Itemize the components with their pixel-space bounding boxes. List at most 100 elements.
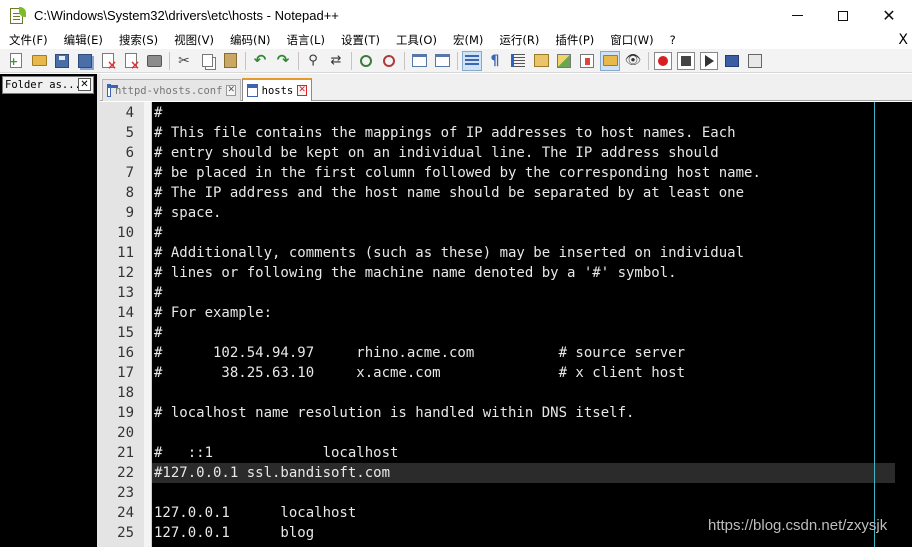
menu-language[interactable]: 语言(L) xyxy=(277,32,331,48)
editor-line[interactable]: 13 # xyxy=(100,283,912,303)
monitoring-button[interactable]: 👁 xyxy=(623,51,643,71)
editor-line[interactable]: 21 # ::1 localhost xyxy=(100,443,912,463)
indent-guide-button[interactable] xyxy=(508,51,528,71)
menu-help[interactable]: ? xyxy=(660,33,682,47)
line-text[interactable]: # localhost name resolution is handled w… xyxy=(152,403,895,423)
close-button[interactable]: ✕ xyxy=(866,0,912,31)
line-text[interactable]: #127.0.0.1 ssl.bandisoft.com xyxy=(152,463,895,483)
editor-line[interactable]: 6 # entry should be kept on an individual… xyxy=(100,143,912,163)
editor-line[interactable]: 12 # lines or following the machine name … xyxy=(100,263,912,283)
menu-edit[interactable]: 编辑(E) xyxy=(54,32,109,48)
minimize-button[interactable] xyxy=(774,0,820,31)
editor-line[interactable]: 17 # 38.25.63.10 x.acme.com # x client ho… xyxy=(100,363,912,383)
line-text[interactable]: # Additionally, comments (such as these)… xyxy=(152,243,895,263)
tab-close-icon[interactable]: ✕ xyxy=(226,85,236,96)
paste-button[interactable] xyxy=(220,51,240,71)
folder-as-workspace-button[interactable] xyxy=(600,50,620,71)
editor-line[interactable]: 8 # The IP address and the host name shou… xyxy=(100,183,912,203)
function-list-button[interactable] xyxy=(577,51,597,71)
line-text[interactable]: # This file contains the mappings of IP … xyxy=(152,123,895,143)
save-button[interactable] xyxy=(52,51,72,71)
tab-close-icon[interactable]: ✕ xyxy=(297,85,307,96)
editor-line[interactable]: 5 # This file contains the mappings of IP… xyxy=(100,123,912,143)
word-wrap-button[interactable] xyxy=(462,50,482,71)
close-file-button[interactable] xyxy=(98,51,118,72)
menu-tools[interactable]: 工具(O) xyxy=(386,32,443,48)
tab-hosts[interactable]: hosts ✕ xyxy=(242,78,312,101)
undo-button[interactable]: ↶ xyxy=(250,51,270,71)
line-text[interactable]: # 38.25.63.10 x.acme.com # x client host xyxy=(152,363,895,383)
stop-macro-button[interactable] xyxy=(676,51,696,71)
replace-button[interactable]: ⇄ xyxy=(326,51,346,71)
line-text[interactable]: # xyxy=(152,323,895,343)
new-file-button[interactable] xyxy=(6,51,26,71)
line-text[interactable]: # For example: xyxy=(152,303,895,323)
editor-line[interactable]: 22 #127.0.0.1 ssl.bandisoft.com xyxy=(100,463,912,483)
folder-panel-tab[interactable]: Folder as... ✕ xyxy=(2,76,94,94)
save-all-button[interactable] xyxy=(75,51,95,71)
play-macro-button[interactable] xyxy=(699,51,719,71)
line-text[interactable]: # xyxy=(152,223,895,243)
line-number: 18 xyxy=(117,385,134,401)
open-file-button[interactable] xyxy=(29,51,49,71)
editor-line[interactable]: 10 # xyxy=(100,223,912,243)
menu-plugins[interactable]: 插件(P) xyxy=(545,32,600,48)
run-macro-multiple-button[interactable] xyxy=(722,51,742,71)
editor-line[interactable]: 9 # space. xyxy=(100,203,912,223)
menu-macro[interactable]: 宏(M) xyxy=(443,32,489,48)
cut-button[interactable]: ✂ xyxy=(174,51,194,71)
text-editor[interactable]: 4 #5 # This file contains the mappings of … xyxy=(100,102,912,547)
editor-line[interactable]: 15 # xyxy=(100,323,912,343)
editor-line[interactable]: 16 # 102.54.94.97 rhino.acme.com # source… xyxy=(100,343,912,363)
menu-view[interactable]: 视图(V) xyxy=(164,32,220,48)
find-button[interactable]: ⚲ xyxy=(303,51,323,71)
line-text[interactable]: # The IP address and the host name shoul… xyxy=(152,183,895,203)
document-tab-bar: httpd-vhosts.conf ✕ hosts ✕ xyxy=(100,74,912,101)
line-text[interactable] xyxy=(152,383,895,403)
line-text[interactable]: # ::1 localhost xyxy=(152,443,895,463)
menu-search[interactable]: 搜索(S) xyxy=(109,32,164,48)
folder-panel-close-icon[interactable]: ✕ xyxy=(78,78,91,91)
line-text[interactable]: # xyxy=(152,103,895,123)
print-button[interactable] xyxy=(144,51,164,71)
user-language-button[interactable] xyxy=(531,51,551,71)
line-text[interactable] xyxy=(152,423,895,443)
menu-window[interactable]: 窗口(W) xyxy=(600,32,659,48)
paste-icon xyxy=(223,53,237,68)
line-text[interactable]: # xyxy=(152,283,895,303)
editor-line[interactable]: 14 # For example: xyxy=(100,303,912,323)
menu-encoding[interactable]: 编码(N) xyxy=(220,32,277,48)
save-macro-button[interactable] xyxy=(745,51,765,71)
line-number: 21 xyxy=(117,445,134,461)
editor-line[interactable]: 18 xyxy=(100,383,912,403)
zoom-out-button[interactable] xyxy=(379,51,399,71)
close-all-button[interactable] xyxy=(121,51,141,72)
editor-line[interactable]: 23 xyxy=(100,483,912,503)
tab-httpd-vhosts[interactable]: httpd-vhosts.conf ✕ xyxy=(102,79,241,101)
sync-horizontal-button[interactable] xyxy=(432,51,452,71)
menu-settings[interactable]: 设置(T) xyxy=(331,32,386,48)
line-text[interactable]: # be placed in the first column followed… xyxy=(152,163,895,183)
record-macro-button[interactable] xyxy=(653,51,673,71)
line-text[interactable]: # space. xyxy=(152,203,895,223)
new-file-icon xyxy=(9,53,22,68)
editor-line[interactable]: 11 # Additionally, comments (such as thes… xyxy=(100,243,912,263)
zoom-in-button[interactable] xyxy=(356,51,376,71)
line-text[interactable]: # lines or following the machine name de… xyxy=(152,263,895,283)
sync-vertical-button[interactable] xyxy=(409,51,429,71)
menu-run[interactable]: 运行(R) xyxy=(489,32,545,48)
editor-line[interactable]: 7 # be placed in the first column followe… xyxy=(100,163,912,183)
editor-line[interactable]: 20 xyxy=(100,423,912,443)
line-text[interactable]: # entry should be kept on an individual … xyxy=(152,143,895,163)
editor-line[interactable]: 19 # localhost name resolution is handled… xyxy=(100,403,912,423)
menu-file[interactable]: 文件(F) xyxy=(0,32,54,48)
document-map-button[interactable] xyxy=(554,51,574,71)
close-document-button[interactable]: X xyxy=(898,31,908,49)
redo-button[interactable]: ↷ xyxy=(273,51,293,71)
editor-line[interactable]: 4 # xyxy=(100,103,912,123)
maximize-button[interactable] xyxy=(820,0,866,31)
line-text[interactable] xyxy=(152,483,895,503)
show-all-characters-button[interactable]: ¶ xyxy=(485,51,505,71)
copy-button[interactable] xyxy=(197,51,217,71)
line-text[interactable]: # 102.54.94.97 rhino.acme.com # source s… xyxy=(152,343,895,363)
